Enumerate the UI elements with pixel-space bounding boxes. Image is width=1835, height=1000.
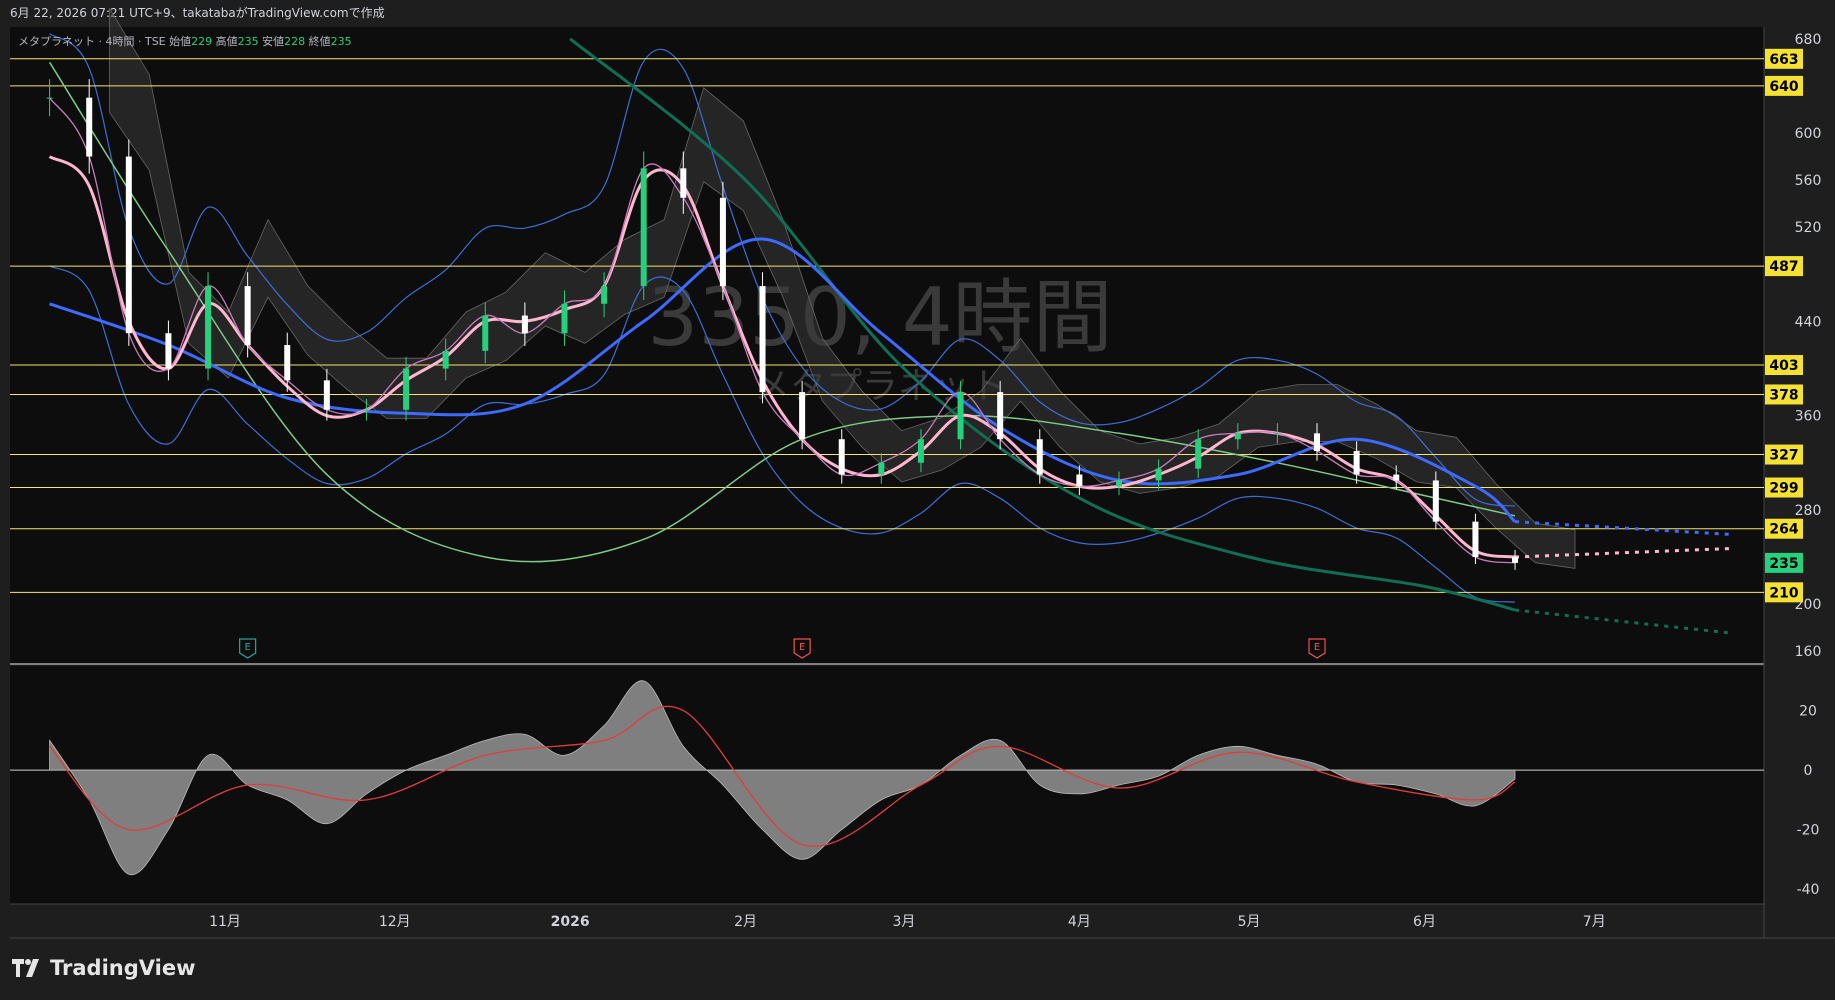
level-badge-label: 403 (1769, 358, 1798, 374)
time-axis: 11月 12月 2026 2月 3月 4月 5月 6月 7月 (209, 914, 1606, 930)
legend-high-label: 高値 (215, 35, 238, 48)
legend-low-value: 228 (284, 35, 306, 48)
time-tick: 12月 (379, 914, 411, 930)
level-badge-label: 264 (1769, 522, 1798, 538)
candle-body (1274, 433, 1281, 435)
price-tick: 600 (1795, 126, 1822, 142)
legend-close-label: 終値 (308, 35, 331, 48)
price-tick: 680 (1795, 32, 1822, 48)
time-tick: 2026 (551, 914, 590, 930)
candle-body (680, 168, 687, 198)
candle-body (1353, 451, 1360, 475)
time-tick: 3月 (893, 914, 916, 930)
candle-body (601, 286, 608, 304)
candle-body (957, 392, 964, 440)
brand-name: TradingView (50, 956, 196, 980)
candle-body (1115, 480, 1122, 487)
level-badge-label: 663 (1769, 52, 1798, 68)
time-tick: 4月 (1068, 914, 1091, 930)
candle-body (719, 197, 726, 287)
tradingview-logo-icon (12, 959, 39, 977)
candle-body (165, 333, 172, 369)
time-tick: 11月 (209, 914, 241, 930)
legend-symbol: メタプラネット · 4時間 · TSE (18, 35, 166, 48)
level-badge-label: 640 (1769, 79, 1798, 95)
candle-body (1155, 468, 1162, 481)
candle-body (640, 168, 647, 287)
level-badge-label: 378 (1769, 387, 1798, 403)
level-badge-label: 299 (1769, 481, 1798, 497)
legend-open-value: 229 (191, 35, 213, 48)
candle-body (284, 345, 291, 381)
price-tick: 440 (1795, 314, 1822, 330)
candle-body (125, 156, 132, 334)
time-tick: 5月 (1238, 914, 1261, 930)
candle-body (1314, 433, 1321, 451)
candle-body (1036, 439, 1043, 475)
candle-body (997, 392, 1004, 440)
price-tick: 560 (1795, 173, 1822, 189)
candle-body (561, 303, 568, 334)
legend-open-label: 始値 (169, 35, 192, 48)
candle-body (838, 439, 845, 475)
candle-body (917, 439, 924, 463)
legend-close-value: 235 (330, 35, 352, 48)
candle-body (482, 315, 489, 351)
macd-tick: 20 (1799, 704, 1817, 720)
candle-body (878, 462, 885, 475)
macd-tick: 0 (1804, 763, 1813, 779)
legend-high-value: 235 (237, 35, 259, 48)
candle-body (46, 97, 53, 99)
candle-body (86, 97, 93, 157)
candle-body (759, 286, 766, 393)
candle-body (363, 409, 370, 411)
price-tick: 160 (1795, 644, 1822, 660)
last-price-label: 235 (1769, 556, 1798, 572)
level-badge-label: 327 (1769, 448, 1798, 464)
level-badge-label: 210 (1769, 585, 1798, 601)
earnings-label: E (1314, 642, 1320, 653)
chart-legend: メタプラネット · 4時間 · TSE 始値229 高値235 安値228 終値… (18, 33, 352, 49)
price-tick: 280 (1795, 503, 1822, 519)
candle-body (1472, 521, 1479, 557)
candle-body (244, 286, 251, 345)
candle-body (521, 315, 528, 334)
price-tick: 520 (1795, 220, 1822, 236)
candle-body (1234, 433, 1241, 440)
candle-body (442, 350, 449, 369)
time-tick: 6月 (1413, 914, 1436, 930)
price-tick: 360 (1795, 409, 1822, 425)
earnings-label: E (244, 642, 250, 653)
chart-canvas[interactable]: 3350, 4時間 メタプラネット EEE 160200280360440520… (0, 0, 1835, 1000)
candle-body (205, 286, 212, 369)
tradingview-brand[interactable]: TradingView (12, 956, 195, 980)
watermark-symbol: 3350, 4時間 (647, 271, 1112, 364)
candle-body (403, 368, 410, 410)
earnings-label: E (799, 642, 805, 653)
candle-body (1076, 474, 1083, 487)
legend-low-label: 安値 (262, 35, 285, 48)
candle-body (1432, 480, 1439, 522)
time-tick: 7月 (1583, 914, 1606, 930)
candle-body (323, 380, 330, 410)
candle-body (1195, 439, 1202, 469)
macd-tick: -40 (1797, 882, 1820, 898)
time-tick: 2月 (734, 914, 757, 930)
macd-tick: -20 (1797, 823, 1820, 839)
level-badge-label: 487 (1769, 259, 1798, 275)
candle-body (1512, 557, 1519, 563)
candle-body (1393, 474, 1400, 481)
candle-body (799, 392, 806, 440)
